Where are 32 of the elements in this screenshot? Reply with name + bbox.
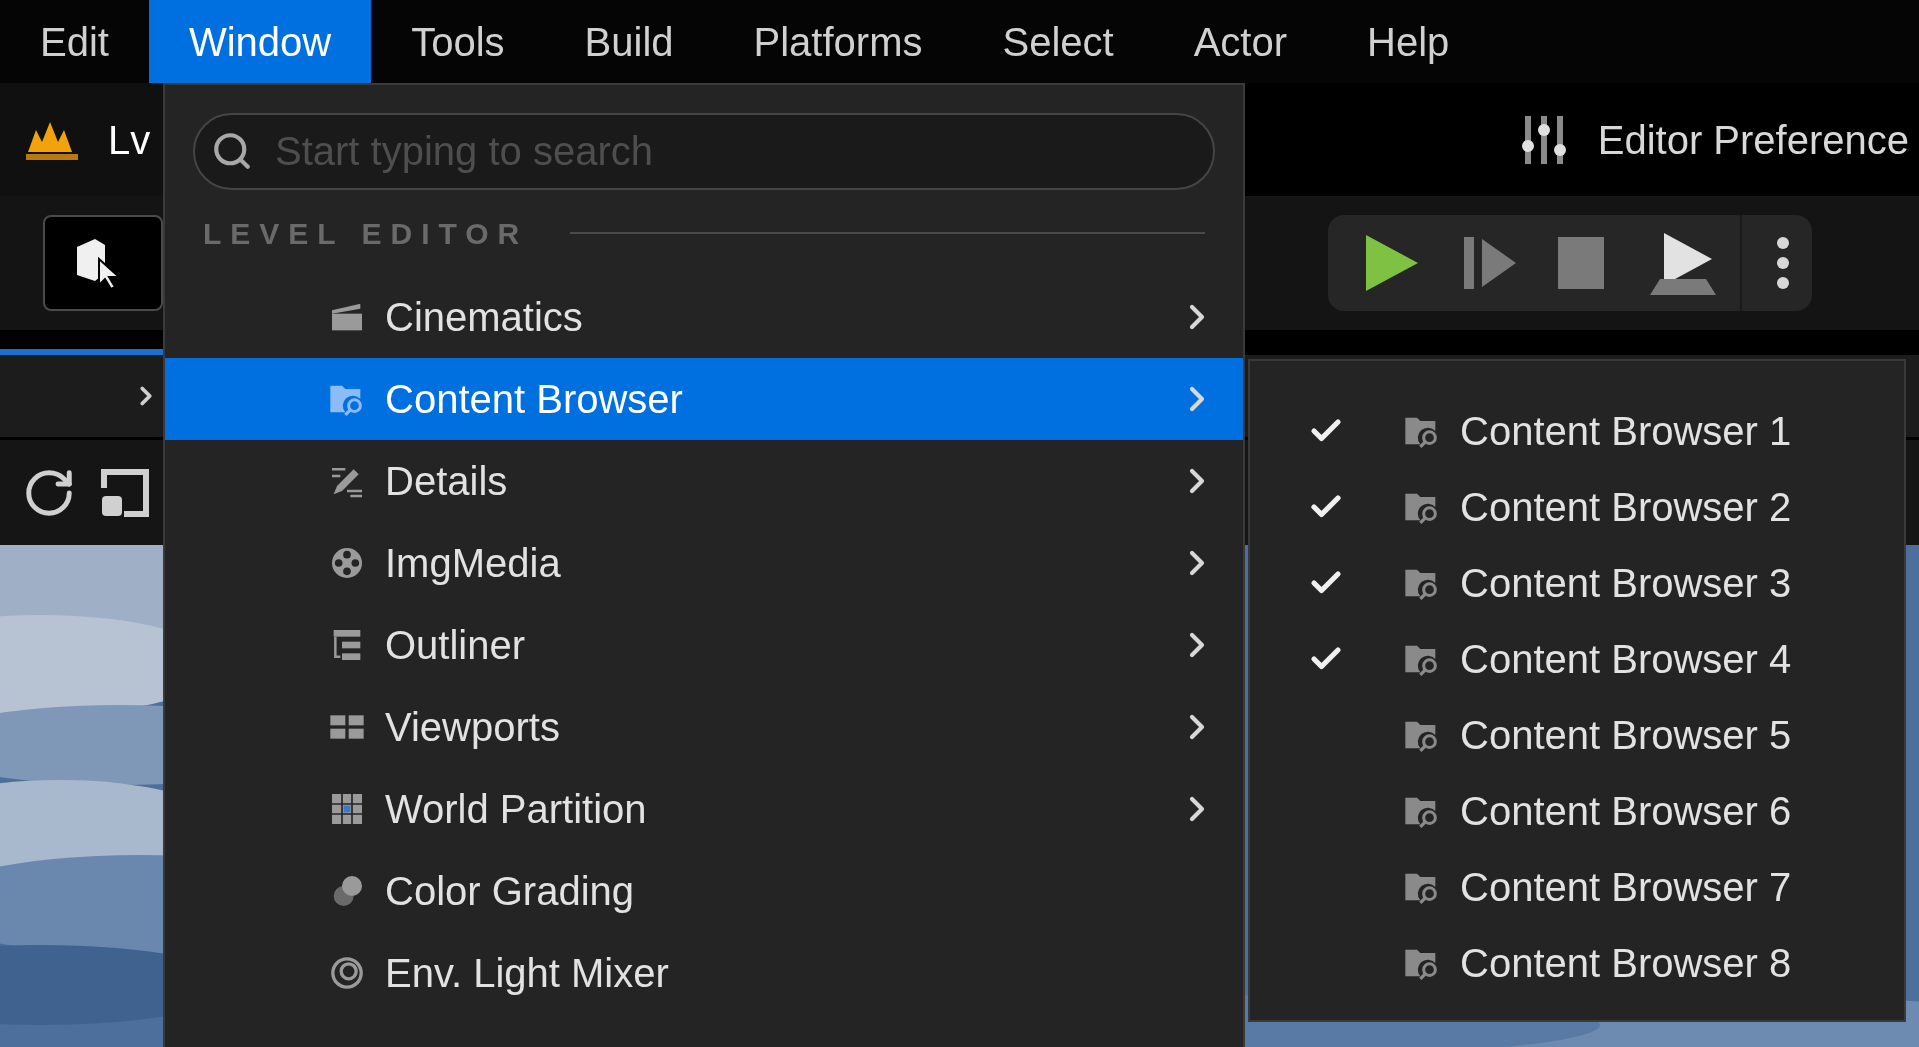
menu-bar-item[interactable]: Tools [371, 0, 545, 83]
editor-preferences-label[interactable]: Editor Preference [1597, 109, 1909, 170]
menu-item[interactable]: Env. Light Mixer [165, 932, 1243, 1014]
menu-item[interactable]: Outliner [165, 604, 1243, 686]
menu-item[interactable]: Color Grading [165, 850, 1243, 932]
submenu-item[interactable]: Content Browser 3 [1250, 545, 1904, 621]
menu-item[interactable]: World Partition [165, 768, 1243, 850]
submenu-item[interactable]: Content Browser 5 [1250, 697, 1904, 773]
menu-bar-item[interactable]: Window [148, 0, 372, 83]
submenu-item[interactable]: Content Browser 6 [1250, 773, 1904, 849]
more-options-icon[interactable] [1776, 235, 1790, 291]
menu-item[interactable]: Cinematics [165, 276, 1243, 358]
menu-bar-item[interactable]: Help [1327, 0, 1490, 83]
menu-bar-item[interactable]: Actor [1153, 0, 1327, 83]
menu-item[interactable]: Content Browser [165, 358, 1243, 440]
select-mode-button[interactable] [43, 215, 163, 311]
submenu-item[interactable]: Content Browser 1 [1250, 393, 1904, 469]
stop-icon[interactable] [1556, 235, 1606, 291]
menu-bar-item[interactable]: Select [962, 0, 1154, 83]
menu-bar-item[interactable]: Build [544, 0, 714, 83]
submenu-item[interactable]: Content Browser 2 [1250, 469, 1904, 545]
menu-bar-item[interactable]: Edit [0, 0, 149, 83]
menu-item[interactable]: Viewports [165, 686, 1243, 768]
section-header: LEVEL EDITOR [203, 215, 529, 252]
menu-item[interactable]: Details [165, 440, 1243, 522]
menu-bar-item[interactable]: Platforms [713, 0, 963, 83]
submenu-item[interactable]: Content Browser 7 [1250, 849, 1904, 925]
level-tab-title[interactable]: Lv [108, 109, 151, 170]
search-icon [211, 130, 253, 172]
menu-item[interactable]: ImgMedia [165, 522, 1243, 604]
submenu-item[interactable]: Content Browser 4 [1250, 621, 1904, 697]
submenu-item[interactable]: Content Browser 8 [1250, 925, 1904, 1001]
